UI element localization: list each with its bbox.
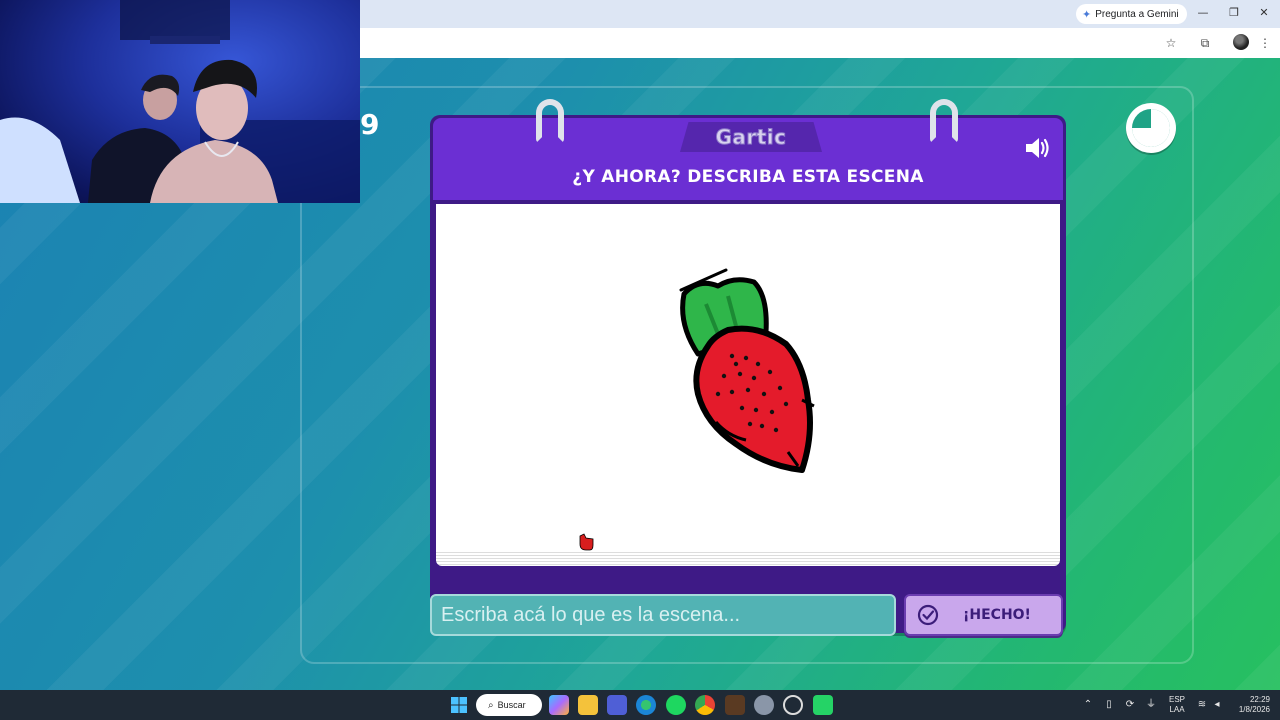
webcam-overlay (0, 0, 360, 203)
gartic-logo-text: Gartic (715, 125, 787, 150)
browser-menu-icon[interactable]: ⋮ (1256, 34, 1274, 52)
check-clock-icon (917, 604, 939, 626)
minimize-button[interactable]: — (1195, 5, 1211, 21)
search-icon: ⌕ (488, 699, 494, 711)
hand-cursor-icon (579, 533, 594, 551)
microphone-icon[interactable]: ⏚ (1145, 698, 1157, 712)
language-bottom: LAA (1169, 705, 1185, 714)
bookmark-star-icon[interactable]: ☆ (1162, 34, 1180, 52)
done-button[interactable]: ¡HECHO! (904, 594, 1063, 636)
clock[interactable]: 22:29 1/8/2026 (1226, 695, 1270, 715)
notebook-ring-right (930, 99, 958, 143)
sound-icon[interactable] (1023, 135, 1053, 161)
round-number: 9 (360, 108, 380, 141)
webcam-people (0, 0, 360, 203)
extensions-icon[interactable]: ⧉ (1196, 34, 1214, 52)
answer-input[interactable] (430, 594, 896, 636)
drawing-card: Gartic ¿Y AHORA? DESCRIBA ESTA ESCENA (430, 99, 1066, 633)
language-indicator[interactable]: ESP LAA (1164, 695, 1190, 715)
drawing-canvas (436, 204, 1060, 552)
strawberry-drawing (579, 268, 815, 551)
taskbar-search-label: Buscar (497, 700, 526, 710)
copilot-icon[interactable] (549, 695, 569, 715)
edge-icon[interactable] (636, 695, 656, 715)
xbox-icon[interactable] (783, 695, 803, 715)
show-hidden-icons-icon[interactable]: ⌃ (1082, 698, 1094, 712)
gemini-sparkle-icon: ✦ (1082, 8, 1092, 21)
whatsapp-icon[interactable] (813, 695, 833, 715)
notebook-pages (436, 552, 1060, 566)
game-icon[interactable] (725, 695, 745, 715)
clock-time: 22:29 (1249, 695, 1270, 704)
taskbar-search[interactable]: ⌕ Buscar (476, 694, 542, 716)
wifi-icon[interactable]: ≋ (1196, 698, 1208, 712)
language-top: ESP (1168, 695, 1185, 704)
restore-button[interactable]: ❐ (1226, 5, 1242, 21)
battery-icon: ▯ (1106, 699, 1112, 710)
chrome-icon[interactable] (695, 695, 715, 715)
notebook-ring-left (536, 99, 564, 143)
volume-icon[interactable]: ◂ (1211, 698, 1223, 712)
sync-icon[interactable]: ⟳ (1124, 698, 1136, 712)
settings-icon[interactable] (754, 695, 774, 715)
clock-date: 1/8/2026 (1238, 705, 1270, 714)
timer-icon (1126, 103, 1176, 153)
teams-icon[interactable] (607, 695, 627, 715)
windows-taskbar: ⌕ Buscar ⌃ ▯ ⟳ ⏚ ESP LAA ≋ ◂ 22:29 1/8/2… (0, 690, 1280, 720)
file-explorer-icon[interactable] (578, 695, 598, 715)
spotify-icon[interactable] (666, 695, 686, 715)
profile-avatar[interactable] (1233, 34, 1249, 50)
close-button[interactable]: ✕ (1256, 5, 1272, 21)
ask-gemini-label: Pregunta a Gemini (1095, 8, 1179, 20)
windows-start-icon[interactable] (449, 695, 469, 715)
done-label: ¡HECHO! (963, 607, 1031, 623)
ask-gemini-button[interactable]: ✦ Pregunta a Gemini (1076, 4, 1187, 24)
gartic-logo: Gartic (680, 122, 822, 152)
card-header: Gartic ¿Y AHORA? DESCRIBA ESTA ESCENA (433, 118, 1063, 200)
prompt-text: ¿Y AHORA? DESCRIBA ESTA ESCENA (572, 167, 924, 187)
